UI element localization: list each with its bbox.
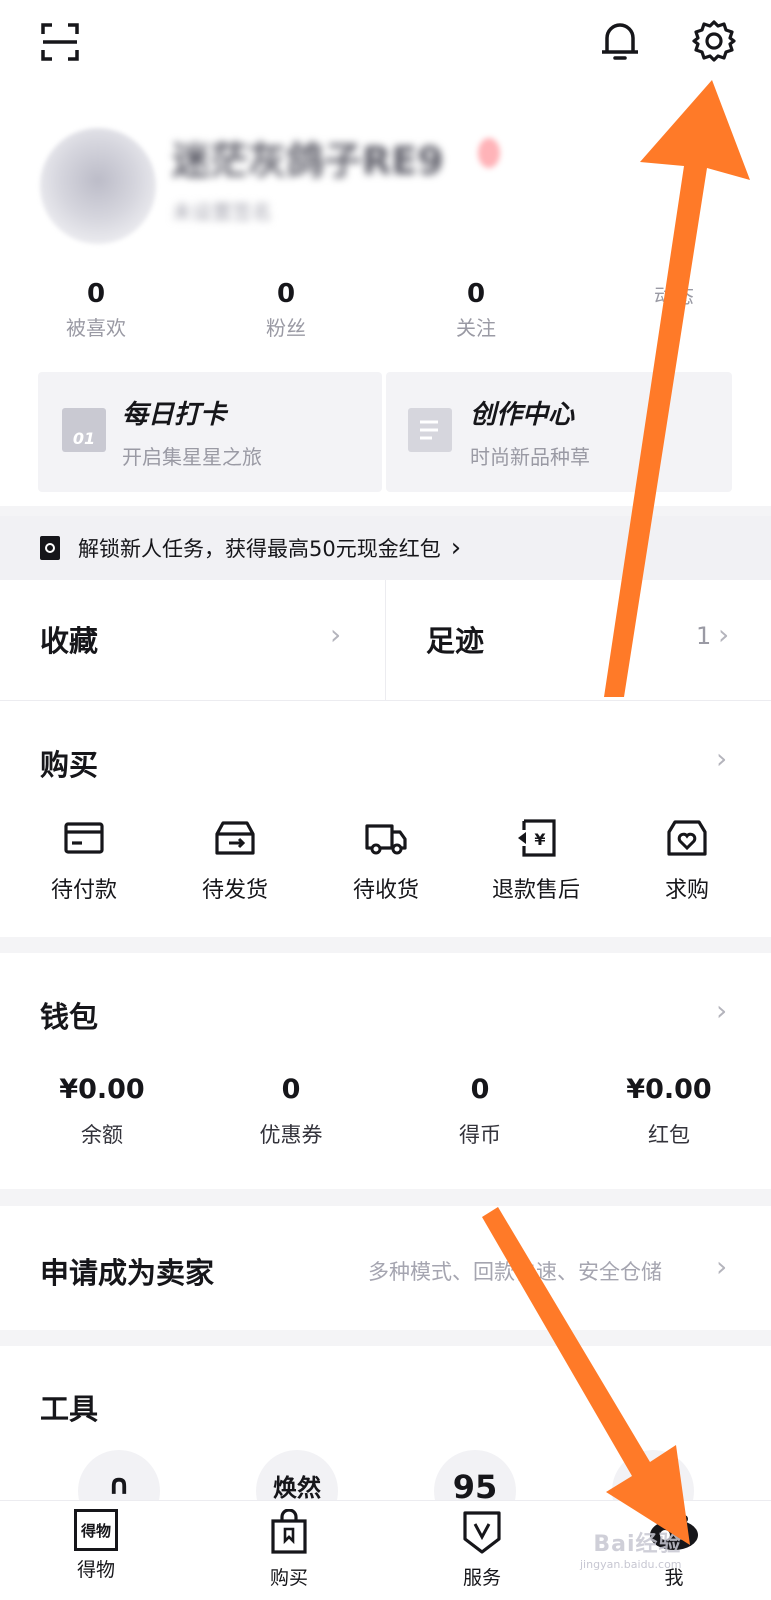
banner-text: 解锁新人任务，获得最高50元现金红包	[78, 537, 441, 561]
chevron-right-icon: ›	[718, 618, 730, 651]
tool-item-text: ∩	[107, 1468, 131, 1501]
order-wishlist-label: 求购	[664, 878, 709, 903]
order-pending-payment[interactable]: 待付款	[9, 818, 159, 904]
heart-box-icon	[667, 820, 707, 856]
scan-icon[interactable]	[36, 18, 84, 66]
newbie-task-banner[interactable]: 解锁新人任务，获得最高50元现金红包 ›	[0, 516, 771, 580]
shield-icon	[463, 1511, 501, 1554]
favorites-label: 收藏	[40, 624, 99, 658]
avatar[interactable]	[40, 128, 156, 244]
history-entry[interactable]: 足迹 1 ›	[386, 580, 771, 700]
notification-bell-icon[interactable]	[596, 16, 644, 66]
settings-gear-icon[interactable]	[690, 16, 738, 66]
wallet-balance-value: ¥0.00	[59, 1074, 145, 1105]
red-packet-icon	[40, 536, 60, 560]
watermark-text: Bai经验	[593, 1532, 682, 1557]
wallet-title: 钱包	[40, 1000, 99, 1034]
box-icon	[215, 821, 255, 855]
calendar-icon-text: 01	[72, 429, 96, 448]
orders-chevron-right-icon[interactable]: ›	[716, 742, 727, 775]
tab-shop-label: 购买	[269, 1567, 308, 1589]
refund-icon: ¥	[518, 819, 556, 857]
order-pending-receipt-label: 待收货	[352, 878, 419, 903]
card-icon	[64, 822, 104, 854]
wallet-coins[interactable]: 0 得币	[405, 1074, 555, 1149]
creator-center-title: 创作中心	[470, 400, 575, 430]
daily-checkin-title: 每日打卡	[122, 400, 227, 430]
document-icon	[408, 408, 452, 452]
gender-icon	[478, 138, 500, 168]
orders-title: 购买	[40, 748, 99, 782]
shopping-bag-icon	[271, 1508, 307, 1554]
stat-posts-label: 动态	[654, 284, 694, 308]
truck-icon	[365, 824, 407, 855]
wallet-red-packet[interactable]: ¥0.00 红包	[594, 1074, 744, 1149]
wallet-section	[0, 953, 771, 1189]
tab-service[interactable]: 服务	[422, 1509, 542, 1590]
daily-checkin-subtitle: 开启集星星之旅	[122, 445, 262, 469]
stat-followers-label: 粉丝	[266, 316, 306, 340]
order-pending-shipment-label: 待发货	[201, 878, 268, 903]
order-wishlist[interactable]: 求购	[612, 818, 762, 904]
daily-checkin-card[interactable]: 01 每日打卡 开启集星星之旅	[38, 372, 382, 492]
stat-followers[interactable]: 0 粉丝	[226, 278, 346, 342]
stat-following[interactable]: 0 关注	[416, 278, 536, 342]
stat-likes[interactable]: 0 被喜欢	[36, 278, 156, 342]
wallet-chevron-right-icon[interactable]: ›	[716, 994, 727, 1027]
order-pending-payment-label: 待付款	[50, 878, 117, 903]
wallet-balance-label: 余额	[81, 1123, 123, 1147]
chevron-right-icon: ›	[716, 1250, 728, 1283]
tab-home-label: 得物	[76, 1559, 115, 1581]
svg-text:¥: ¥	[534, 830, 545, 849]
chevron-right-icon: ›	[450, 533, 462, 563]
wallet-balance[interactable]: ¥0.00 余额	[27, 1074, 177, 1149]
watermark-subtext: jingyan.baidu.com	[580, 1558, 682, 1571]
seller-title: 申请成为卖家	[40, 1256, 215, 1290]
stat-likes-value: 0	[86, 279, 106, 309]
wallet-red-packet-value: ¥0.00	[626, 1074, 712, 1105]
profile-name: 迷茫灰鸽子RE9	[172, 139, 444, 183]
creator-center-card[interactable]: 创作中心 时尚新品种草	[386, 372, 732, 492]
stat-following-label: 关注	[456, 316, 496, 340]
watermark: Bai经验 jingyan.baidu.com	[580, 1526, 682, 1571]
profile-bio: 未设置签名	[172, 200, 272, 224]
order-pending-shipment[interactable]: 待发货	[160, 818, 310, 904]
tab-home[interactable]: 得物 得物	[36, 1509, 156, 1582]
wallet-coupons-label: 优惠券	[259, 1123, 323, 1147]
wallet-coins-label: 得币	[459, 1123, 501, 1147]
tab-shop[interactable]: 购买	[229, 1508, 349, 1590]
order-pending-receipt[interactable]: 待收货	[311, 818, 461, 904]
order-refund-label: 退款售后	[491, 878, 580, 903]
creator-center-subtitle: 时尚新品种草	[470, 445, 590, 469]
tool-item-text: 101	[630, 1468, 676, 1493]
stat-posts[interactable]: 动态	[614, 278, 734, 310]
stat-likes-label: 被喜欢	[66, 316, 126, 340]
wallet-coins-value: 0	[470, 1074, 490, 1105]
history-count: 1	[696, 622, 712, 650]
seller-subtitle: 多种模式、回款快速、安全仓储	[368, 1260, 662, 1284]
history-label: 足迹	[426, 624, 485, 658]
tool-item-text: 焕然	[273, 1474, 321, 1502]
stat-followers-value: 0	[276, 279, 296, 309]
order-refund[interactable]: ¥ 退款售后	[461, 818, 611, 904]
wallet-coupons-value: 0	[281, 1074, 301, 1105]
dewu-logo-text: 得物	[80, 1521, 111, 1540]
wallet-coupons[interactable]: 0 优惠券	[216, 1074, 366, 1149]
dewu-logo-icon: 得物	[74, 1509, 118, 1551]
favorites-entry[interactable]: 收藏 ›	[0, 580, 385, 700]
tab-service-label: 服务	[462, 1567, 501, 1589]
stat-following-value: 0	[466, 279, 486, 309]
chevron-right-icon: ›	[330, 618, 342, 651]
wallet-red-packet-label: 红包	[648, 1123, 690, 1147]
tools-title: 工具	[40, 1392, 99, 1426]
calendar-icon: 01	[62, 408, 106, 452]
